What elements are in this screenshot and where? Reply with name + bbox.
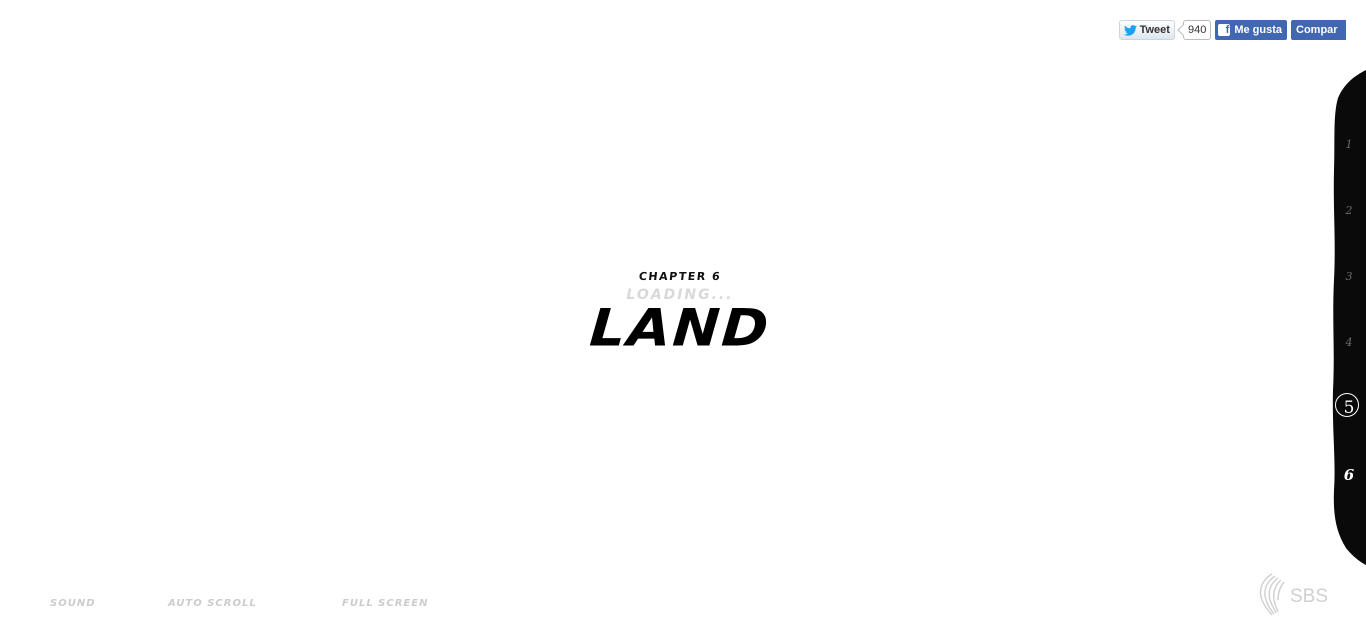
- chapter-nav-item-2[interactable]: 2: [1332, 204, 1366, 217]
- chapter-nav-item-1[interactable]: 1: [1332, 138, 1366, 151]
- sbs-logo-text: SBS: [1290, 586, 1328, 607]
- like-label: Me gusta: [1234, 24, 1282, 36]
- tweet-label: Tweet: [1139, 24, 1170, 36]
- chapter-label: CHAPTER 6: [638, 270, 722, 283]
- chapter-nav-item-6[interactable]: 6: [1332, 466, 1366, 484]
- full-screen-toggle[interactable]: FULL SCREEN: [342, 598, 428, 609]
- tweet-button[interactable]: Tweet: [1118, 20, 1175, 40]
- active-ring-icon: [1335, 393, 1359, 417]
- auto-scroll-toggle[interactable]: AUTO SCROLL: [168, 598, 342, 609]
- chapter-nav-item-4[interactable]: 4: [1332, 336, 1366, 349]
- sbs-logo: SBS: [1259, 573, 1328, 616]
- chapter-nav-item-3[interactable]: 3: [1332, 270, 1366, 283]
- tweet-count: 940: [1182, 20, 1212, 40]
- facebook-share-button[interactable]: Compar: [1291, 20, 1346, 40]
- chapter-nav: 1 2 3 4 5 6: [1332, 70, 1366, 565]
- bottom-controls: SOUND AUTO SCROLL FULL SCREEN: [50, 598, 428, 609]
- sbs-swirl-icon: [1259, 573, 1285, 616]
- facebook-icon: f: [1218, 24, 1231, 36]
- sound-toggle[interactable]: SOUND: [50, 598, 168, 609]
- chapter-title-block: CHAPTER 6 LOADING... LAND: [560, 270, 800, 359]
- chapter-title: LAND: [587, 298, 773, 359]
- twitter-bird-icon: [1123, 24, 1137, 36]
- chapter-nav-item-5[interactable]: 5: [1332, 393, 1366, 418]
- facebook-like-button[interactable]: f Me gusta: [1215, 20, 1287, 40]
- social-bar: Tweet 940 f Me gusta Compar: [1118, 20, 1346, 40]
- page: Tweet 940 f Me gusta Compar CHAPTER 6 LO…: [0, 0, 1366, 633]
